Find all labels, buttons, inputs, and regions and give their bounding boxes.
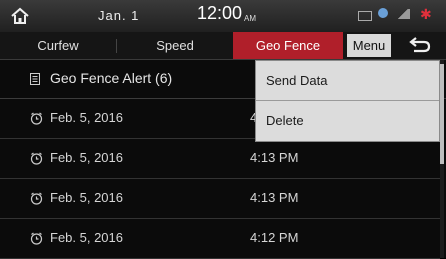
menu-button[interactable]: Menu bbox=[347, 34, 391, 57]
alarm-clock-icon bbox=[30, 152, 43, 165]
tab-bar: Curfew Speed Geo Fence Menu bbox=[0, 32, 446, 60]
home-icon[interactable] bbox=[6, 4, 34, 28]
bluetooth-icon bbox=[378, 8, 388, 18]
status-ampm: AM bbox=[244, 14, 256, 23]
alarm-clock-icon bbox=[30, 192, 43, 205]
row-time: 4:13 PM bbox=[250, 190, 299, 205]
row-time: 4:13 PM bbox=[250, 150, 299, 165]
list-item[interactable]: Feb. 5, 2016 4:12 PM bbox=[0, 219, 440, 259]
alert-icon: ✱ bbox=[420, 6, 432, 22]
delete-menu-item[interactable]: Delete bbox=[256, 101, 439, 140]
status-bar: Jan. 1 12:00 AM ✱ bbox=[0, 0, 446, 33]
row-time: 4:12 PM bbox=[250, 230, 299, 245]
storage-icon bbox=[358, 11, 372, 21]
alarm-clock-icon bbox=[30, 112, 43, 125]
row-date: Feb. 5, 2016 bbox=[50, 110, 123, 125]
status-date: Jan. 1 bbox=[98, 8, 140, 23]
menu-dropdown: Send Data Delete bbox=[255, 60, 440, 142]
send-data-menu-item[interactable]: Send Data bbox=[256, 61, 439, 100]
signal-icon bbox=[396, 9, 410, 19]
status-clock: 12:00 bbox=[197, 3, 243, 23]
status-icons: ✱ bbox=[358, 6, 438, 22]
row-date: Feb. 5, 2016 bbox=[50, 230, 123, 245]
scrollbar-thumb[interactable] bbox=[440, 64, 444, 164]
list-item[interactable]: Feb. 5, 2016 4:13 PM bbox=[0, 139, 440, 179]
back-icon[interactable] bbox=[398, 34, 438, 57]
tab-geo-fence[interactable]: Geo Fence bbox=[233, 32, 343, 59]
list-item[interactable]: Feb. 5, 2016 4:13 PM bbox=[0, 179, 440, 219]
list-title: Geo Fence Alert (6) bbox=[50, 70, 173, 86]
row-date: Feb. 5, 2016 bbox=[50, 150, 123, 165]
alarm-clock-icon bbox=[30, 232, 43, 245]
document-icon bbox=[30, 73, 40, 85]
screen: Jan. 1 12:00 AM ✱ Curfew Speed Geo Fence… bbox=[0, 0, 446, 259]
tab-speed[interactable]: Speed bbox=[117, 32, 233, 59]
row-date: Feb. 5, 2016 bbox=[50, 190, 123, 205]
tab-curfew[interactable]: Curfew bbox=[0, 32, 116, 59]
